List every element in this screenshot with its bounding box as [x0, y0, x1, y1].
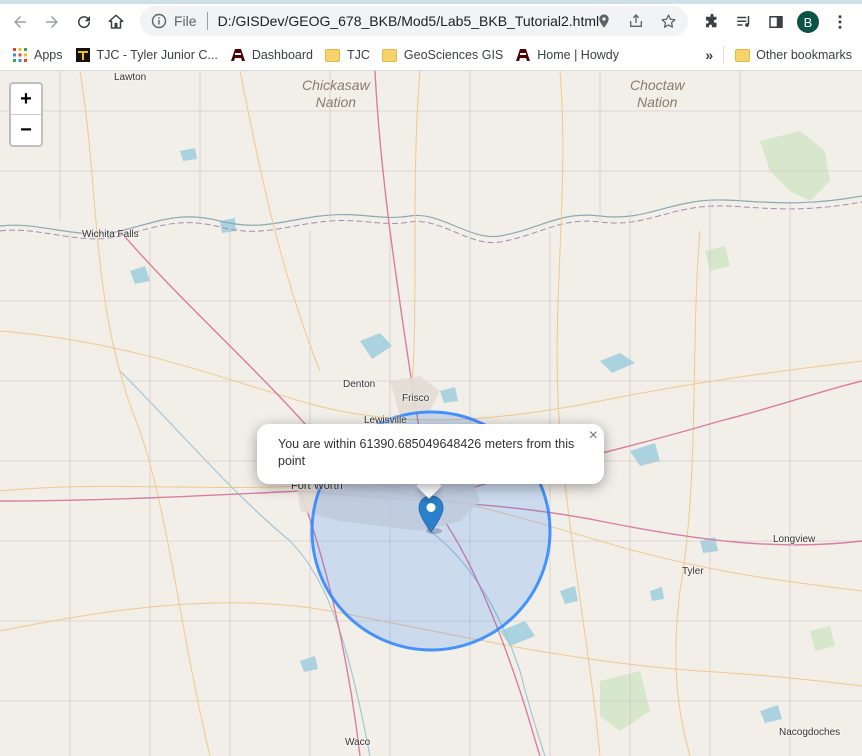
- bookmark-home-howdy[interactable]: Home | Howdy: [509, 42, 625, 68]
- tamu-logo-icon: [515, 47, 531, 63]
- home-icon[interactable]: [100, 6, 132, 38]
- media-queue-icon[interactable]: [728, 6, 760, 38]
- label-waco: Waco: [345, 737, 371, 748]
- location-pin-icon[interactable]: [590, 7, 618, 35]
- bookmark-label: Apps: [34, 48, 63, 62]
- info-icon[interactable]: [146, 13, 172, 29]
- back-arrow-icon[interactable]: [4, 6, 36, 38]
- bookmark-label: TJC: [346, 48, 370, 62]
- profile-avatar[interactable]: B: [797, 11, 819, 33]
- bookmark-label: TJC - Tyler Junior C...: [96, 48, 218, 62]
- folder-icon: [734, 47, 750, 63]
- zoom-control: + −: [9, 82, 43, 147]
- bookmarks-bar: Apps TJC - Tyler Junior C... Dashboard T…: [0, 40, 862, 71]
- bookmark-label: Dashboard: [251, 48, 313, 62]
- kebab-menu-icon[interactable]: [824, 6, 856, 38]
- side-panel-icon[interactable]: [760, 6, 792, 38]
- apps-grid-icon: [12, 47, 28, 63]
- folder-icon: [382, 47, 398, 63]
- extensions-puzzle-icon[interactable]: [696, 6, 728, 38]
- label-lawton: Lawton: [114, 72, 147, 83]
- forward-arrow-icon[interactable]: [36, 6, 68, 38]
- share-icon[interactable]: [622, 7, 650, 35]
- label-frisco: Frisco: [402, 393, 430, 404]
- bookmark-star-icon[interactable]: [654, 7, 682, 35]
- distance-popup: You are within 61390.685049648426 meters…: [257, 424, 604, 484]
- bookmark-label: GeoSciences GIS: [403, 48, 504, 62]
- popup-text: You are within 61390.685049648426 meters…: [278, 437, 575, 468]
- tamu-logo-icon: [230, 47, 246, 63]
- basemap-tiles: [0, 71, 862, 756]
- file-scheme-label: File: [174, 13, 197, 29]
- bookmark-label: Other bookmarks: [756, 48, 852, 62]
- popup-close-button[interactable]: ×: [589, 428, 598, 444]
- browser-toolbar: File D:/GISDev/GEOG_678_BKB/Mod5/Lab5_BK…: [0, 4, 862, 40]
- label-nacogdoches: Nacogdoches: [779, 727, 841, 738]
- bookmark-other-bookmarks[interactable]: Other bookmarks: [728, 42, 858, 68]
- leaflet-map[interactable]: Chickasaw Nation Choctaw Nation Lawton Wic…: [0, 71, 862, 756]
- label-denton: Denton: [343, 379, 376, 390]
- label-longview: Longview: [773, 534, 816, 545]
- address-bar[interactable]: File D:/GISDev/GEOG_678_BKB/Mod5/Lab5_BK…: [140, 6, 688, 36]
- bookmark-folder-tjc[interactable]: TJC: [319, 42, 376, 68]
- label-chickasaw-nation: Chickasaw Nation: [302, 77, 370, 110]
- omnibox-separator: [206, 12, 208, 30]
- zoom-out-button[interactable]: −: [11, 114, 41, 145]
- bookmark-folder-geosciences-gis[interactable]: GeoSciences GIS: [376, 42, 509, 68]
- reload-icon[interactable]: [68, 6, 100, 38]
- label-wichita-falls: Wichita Falls: [82, 229, 139, 240]
- url-text[interactable]: D:/GISDev/GEOG_678_BKB/Mod5/Lab5_BKB_Tut…: [218, 13, 600, 29]
- bookmark-apps[interactable]: Apps: [6, 42, 69, 68]
- bookmark-label: Home | Howdy: [537, 48, 620, 62]
- label-choctaw-nation: Choctaw Nation: [630, 77, 685, 110]
- map-marker-icon[interactable]: [417, 495, 445, 535]
- bookmarks-overflow-chevron[interactable]: »: [699, 42, 719, 68]
- folder-icon: [325, 47, 341, 63]
- tjc-logo-icon: [75, 47, 91, 63]
- bookmarks-separator: [723, 46, 725, 64]
- zoom-in-button[interactable]: +: [11, 84, 41, 114]
- bookmark-dashboard[interactable]: Dashboard: [224, 42, 319, 68]
- bookmark-tjc-tyler-junior-college[interactable]: TJC - Tyler Junior C...: [69, 42, 224, 68]
- label-tyler: Tyler: [682, 566, 704, 577]
